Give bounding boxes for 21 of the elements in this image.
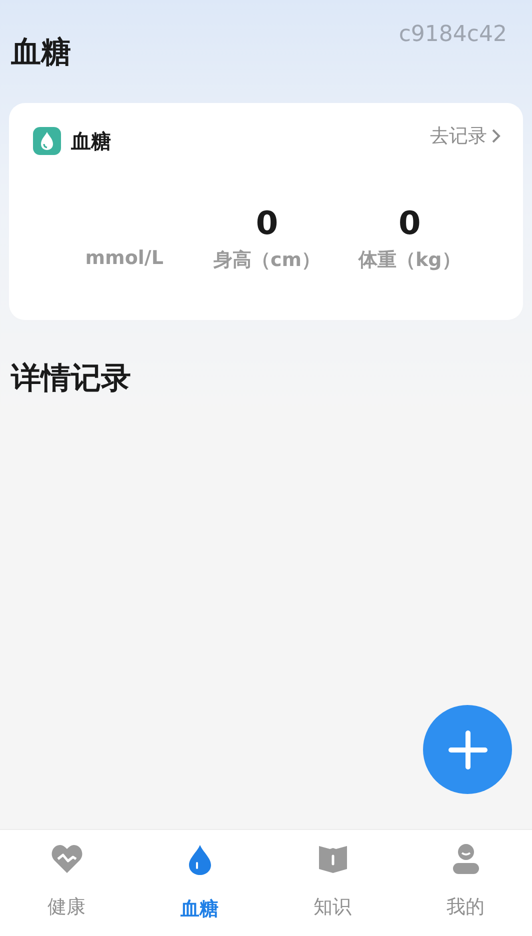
plus-icon [448,730,488,770]
person-icon [452,844,478,874]
drop-app-icon [33,127,61,155]
record-link[interactable]: 去记录 [430,123,501,149]
drop-icon [188,844,212,876]
nav-tab[interactable]: 健康 [0,830,133,936]
stat-value: 0 [256,203,278,243]
stat-value: 0 [398,203,421,243]
stat-label: 体重（kg） [358,248,461,273]
nav-tab[interactable]: 我的 [399,830,532,936]
book-icon [318,844,346,874]
nav-tab[interactable]: 知识 [266,830,399,936]
heart-pulse-icon [50,844,82,874]
section-title: 详情记录 [11,360,132,398]
chevron-right-icon [491,128,501,144]
device-id: c9184c42 [398,22,507,47]
stat-label: mmol/L [85,247,164,269]
card-title: 血糖 [71,128,111,154]
nav-tab[interactable]: 血糖 [133,830,266,936]
page-title: 血糖 [11,34,71,72]
stat-label: 身高（cm） [213,248,321,273]
